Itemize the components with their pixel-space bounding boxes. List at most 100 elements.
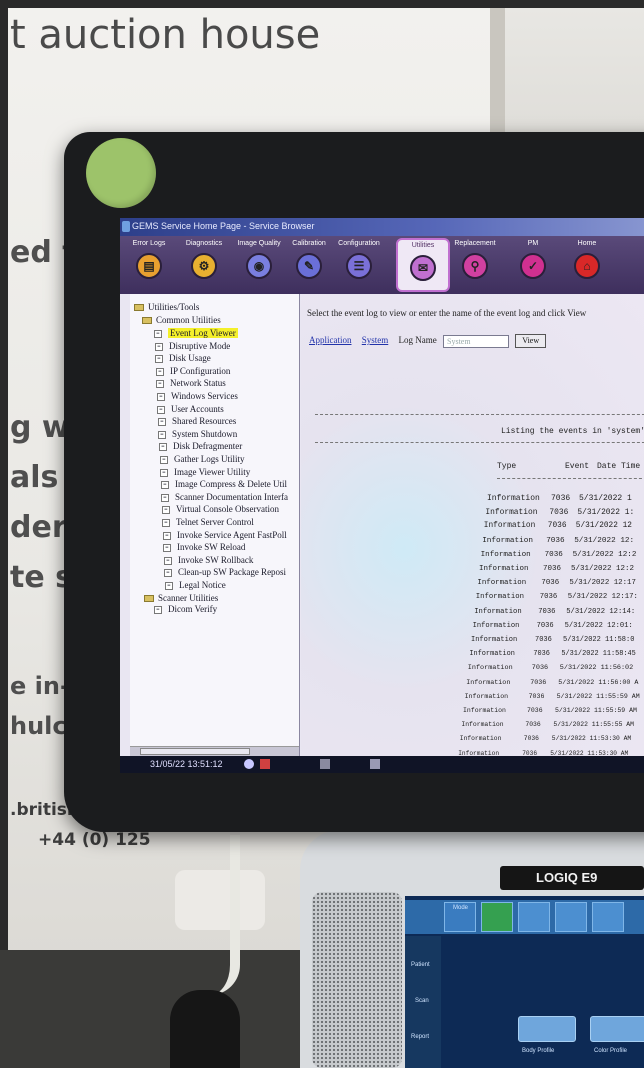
event-row-type: Information <box>475 593 524 602</box>
tree-item-5[interactable]: ≡ Windows Services <box>157 391 238 401</box>
tree-item-16[interactable]: ≡ Invoke Service Agent FastPoll <box>163 530 287 540</box>
toolbar-image-quality-button[interactable]: Image Quality ◉ <box>232 238 286 292</box>
tree-item-12[interactable]: ≡ Image Compress & Delete Util <box>161 479 287 489</box>
toolbar-error-logs-button[interactable]: Error Logs ▤ <box>122 238 176 292</box>
touch-side-report[interactable]: Report <box>411 1034 429 1040</box>
event-row-type: Information <box>479 565 529 573</box>
tree-item-6[interactable]: ≡ User Accounts <box>157 404 224 414</box>
green-sticker <box>86 138 156 208</box>
toolbar-calibration-button[interactable]: Calibration ✎ <box>282 238 336 292</box>
tree-item-17[interactable]: ≡ Invoke SW Reload <box>163 542 245 552</box>
tree-item-10[interactable]: ≡ Gather Logs Utility <box>160 454 245 464</box>
touch-sidebar: Patient Scan Report <box>405 936 441 1068</box>
tree-horizontal-scrollbar[interactable] <box>130 746 299 756</box>
event-row-type: Information <box>485 508 538 518</box>
touch-tab-3[interactable] <box>518 902 550 932</box>
application-log-link[interactable]: Application <box>309 335 352 345</box>
view-button[interactable]: View <box>515 334 547 348</box>
page-icon: ≡ <box>161 481 169 490</box>
tree-item-19[interactable]: ≡ Clean-up SW Package Reposi <box>164 567 286 577</box>
event-row-type: Information <box>471 636 518 644</box>
tree-root-utilities-tools[interactable]: Utilities/Tools <box>134 302 199 312</box>
event-row-event: 7036 <box>530 678 547 687</box>
tree-item-label: Image Compress & Delete Util <box>175 479 287 490</box>
page-icon: ≡ <box>158 418 166 427</box>
system-log-link[interactable]: System <box>362 335 389 345</box>
window-titlebar: GEMS Service Home Page - Service Browser <box>120 218 644 236</box>
tree-item-18[interactable]: ≡ Invoke SW Rollback <box>164 555 253 565</box>
tray-icon-4[interactable] <box>370 759 380 769</box>
tree-item-1[interactable]: ≡ Disruptive Mode <box>155 341 230 351</box>
service-toolbar: Error Logs ▤ Diagnostics ⚙ Image Quality ◉ Cal… <box>120 236 644 294</box>
tray-icon-3[interactable] <box>320 759 330 769</box>
tree-item-label: System Shutdown <box>172 428 238 439</box>
speaker-grille <box>312 892 402 1068</box>
toolbar-configuration-button[interactable]: Configuration ☰ <box>332 238 386 292</box>
tree-item-3[interactable]: ≡ IP Configuration <box>156 366 230 376</box>
banner-title: t auction house <box>10 12 321 58</box>
event-row-type: Information <box>469 650 515 659</box>
tree-item-15[interactable]: ≡ Telnet Server Control <box>162 517 254 527</box>
log-name-input[interactable]: System <box>443 334 510 348</box>
tray-icon-2[interactable] <box>260 759 270 769</box>
tree-group-scanner-utilities[interactable]: Scanner Utilities <box>144 593 218 603</box>
toolbar-label: Diagnostics <box>185 240 223 247</box>
configuration-icon: ☰ <box>346 253 372 279</box>
toolbar-replacement-button[interactable]: Replacement ⚲ <box>448 238 502 292</box>
tree-item-9[interactable]: ≡ Disk Defragmenter <box>159 441 242 451</box>
touch-tab-5[interactable] <box>592 902 624 932</box>
touch-tab-4[interactable] <box>555 902 587 932</box>
toolbar-pm-button[interactable]: PM ✓ <box>506 238 560 292</box>
page-icon: ≡ <box>154 605 162 614</box>
tree-item-11[interactable]: ≡ Image Viewer Utility <box>160 467 250 477</box>
event-row-event: 7036 <box>541 579 560 588</box>
event-row-event: 7036 <box>536 621 554 630</box>
tree-item-13[interactable]: ≡ Scanner Documentation Interfa <box>161 492 288 502</box>
instruction-text: Select the event log to view or enter th… <box>307 308 587 318</box>
tree-item-label: Shared Resources <box>172 416 237 427</box>
tree-item-20[interactable]: ≡ Legal Notice <box>165 580 226 590</box>
event-row-event: 7036 <box>547 522 567 531</box>
log-name-label: Log Name <box>398 335 437 346</box>
touch-tab-mode[interactable]: Mode <box>444 902 476 932</box>
tree-item-dicom-verify[interactable]: ≡ Dicom Verify <box>154 604 217 614</box>
touch-color-profile-button[interactable] <box>590 1016 644 1042</box>
tree-item-7[interactable]: ≡ Shared Resources <box>158 416 236 426</box>
event-row-date: 5/31/2022 1 <box>579 494 632 503</box>
tree-item-4[interactable]: ≡ Network Status <box>156 378 226 388</box>
tree-item-8[interactable]: ≡ System Shutdown <box>158 429 237 439</box>
event-row-date: 5/31/2022 12:01: <box>564 621 633 630</box>
toolbar-label: Utilities <box>411 242 435 249</box>
tree-item-2[interactable]: ≡ Disk Usage <box>155 353 211 363</box>
tree-item-label: User Accounts <box>171 403 224 414</box>
page-icon: ≡ <box>162 518 170 527</box>
event-row-date: 5/31/2022 11:55:59 AM <box>555 707 637 714</box>
home-icon: ⌂ <box>574 253 600 279</box>
window-title: GEMS Service Home Page - Service Browser <box>132 221 315 231</box>
folder-icon <box>134 304 144 312</box>
page-icon: ≡ <box>165 581 173 590</box>
tree-group-common-utilities[interactable]: Common Utilities <box>142 315 221 325</box>
tree-item-14[interactable]: ≡ Virtual Console Observation <box>162 504 279 514</box>
tree-item-label: Virtual Console Observation <box>176 504 279 515</box>
utilities-icon: ✉ <box>410 255 436 281</box>
event-row-event: 7036 <box>544 550 563 559</box>
touch-side-scan[interactable]: Scan <box>415 998 429 1004</box>
touch-body-profile-button[interactable] <box>518 1016 576 1042</box>
folder-icon <box>144 595 154 603</box>
scrollbar-thumb[interactable] <box>140 748 250 755</box>
event-row-type: Information <box>477 579 527 588</box>
event-row-date: 5/31/2022 12:14: <box>566 607 636 616</box>
tree-item-label: Invoke SW Rollback <box>178 554 254 565</box>
page-icon: ≡ <box>157 405 165 414</box>
toolbar-diagnostics-button[interactable]: Diagnostics ⚙ <box>177 238 231 292</box>
touch-side-patient[interactable]: Patient <box>411 962 430 968</box>
toolbar-utilities-button[interactable]: Utilities ✉ <box>396 238 450 292</box>
listing-header: Listing the events in 'system' <box>501 427 644 436</box>
toolbar-home-button[interactable]: Home ⌂ <box>560 238 614 292</box>
tray-icon-1[interactable] <box>244 759 254 769</box>
event-row-date: 5/31/2022 12: <box>574 536 635 545</box>
tree-item-0[interactable]: ≡ Event Log Viewer <box>154 328 238 338</box>
event-row-date: 5/31/2022 12:2 <box>572 550 637 559</box>
touch-tab-2[interactable] <box>481 902 513 932</box>
